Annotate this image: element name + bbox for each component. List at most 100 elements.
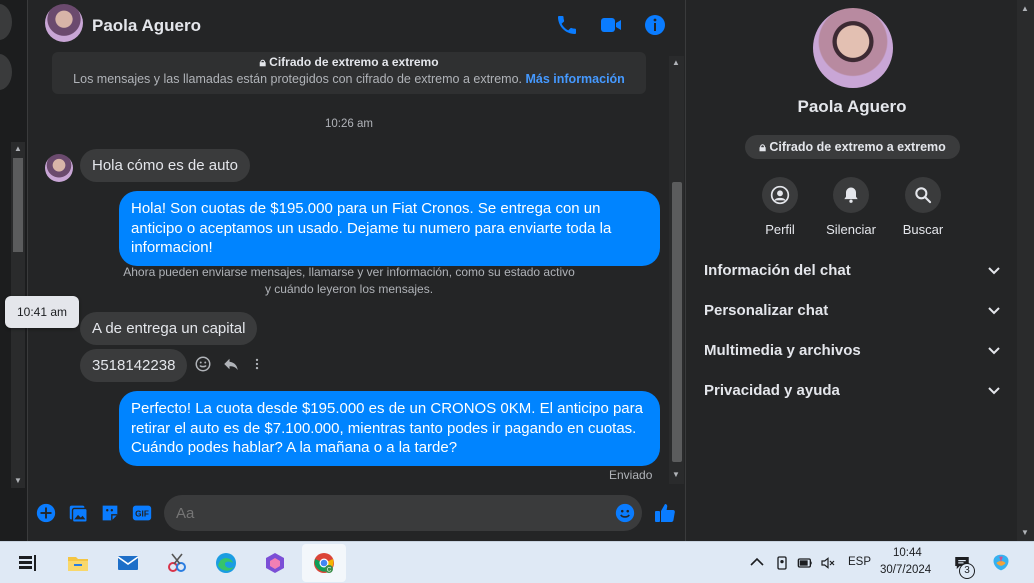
encryption-text: Los mensajes y las llamadas están proteg… [73, 72, 523, 86]
scroll-up-icon[interactable]: ▲ [14, 144, 22, 153]
snipping-tool-icon[interactable] [165, 551, 189, 575]
chat-header: Paola Aguero [29, 0, 686, 52]
task-view-icon[interactable] [16, 551, 40, 575]
system-note: Ahora pueden enviarse mensajes, llamarse… [123, 265, 575, 296]
search-label: Buscar [902, 222, 944, 237]
contact-name[interactable]: Paola Aguero [92, 16, 201, 36]
profile-icon [770, 185, 790, 205]
svg-text:GIF: GIF [135, 510, 149, 519]
clock-date[interactable]: 30/7/2024 [880, 564, 931, 576]
chevron-down-icon [988, 267, 1000, 275]
edge-browser-icon[interactable] [214, 551, 238, 575]
notification-count-badge: 3 [959, 563, 975, 579]
search-icon [915, 187, 932, 204]
composer: GIF [29, 488, 686, 541]
section-label: Información del chat [704, 262, 851, 279]
timestamp-tooltip: 10:41 am [5, 296, 79, 328]
chevron-down-icon [988, 387, 1000, 395]
lock-icon: 🔒︎ [759, 140, 766, 154]
chevron-down-icon [988, 347, 1000, 355]
encryption-text-row: Los mensajes y las llamadas están proteg… [52, 72, 646, 86]
lock-icon: 🔒︎ [259, 55, 266, 69]
svg-text:C: C [327, 568, 332, 574]
chrome-icon[interactable]: C [312, 551, 336, 575]
mute-button[interactable] [833, 177, 869, 213]
list-scrollbar-thumb[interactable] [13, 158, 23, 252]
chat-scrollbar[interactable]: ▲ ▼ [669, 56, 684, 484]
chat-info-panel: Paola Aguero 🔒︎ Cifrado de extremo a ext… [687, 0, 1017, 541]
mail-icon[interactable] [116, 551, 140, 575]
encryption-title-row: 🔒︎ Cifrado de extremo a extremo [52, 55, 646, 70]
language-indicator[interactable]: ESP [848, 556, 871, 568]
camera-status-icon[interactable] [774, 554, 790, 572]
info-avatar[interactable] [813, 8, 893, 88]
encryption-title: Cifrado de extremo a extremo [269, 55, 439, 69]
bell-icon [844, 187, 858, 203]
chat-panel: Paola Aguero 🔒︎ Cifrado de extremo a ext… [5, 0, 686, 541]
delivery-status: Enviado [609, 468, 653, 482]
section-label: Multimedia y archivos [704, 342, 861, 359]
sender-avatar[interactable] [45, 154, 73, 182]
profile-button[interactable] [762, 177, 798, 213]
incoming-message[interactable]: Hola cómo es de auto [80, 149, 250, 182]
scroll-down-icon[interactable]: ▼ [14, 476, 22, 485]
gif-icon[interactable]: GIF [131, 502, 153, 524]
battery-icon[interactable] [796, 555, 814, 571]
microsoft365-icon[interactable] [263, 551, 287, 575]
chevron-down-icon [988, 307, 1000, 315]
file-explorer-icon[interactable] [66, 551, 90, 575]
phone-call-icon[interactable] [555, 13, 579, 37]
scroll-down-icon[interactable]: ▼ [1021, 528, 1029, 537]
section-chat-info[interactable]: Información del chat [704, 256, 1002, 286]
outgoing-message[interactable]: Hola! Son cuotas de $195.000 para un Fia… [119, 191, 660, 266]
conversation-list-edge: ▲ ▼ [0, 0, 28, 541]
message-actions [194, 354, 264, 374]
video-call-icon[interactable] [599, 13, 623, 37]
section-customize-chat[interactable]: Personalizar chat [704, 296, 1002, 326]
list-avatar-partial[interactable] [0, 54, 12, 90]
incoming-message[interactable]: 3518142238 [80, 349, 188, 382]
message-input[interactable] [164, 495, 642, 531]
plus-circle-icon[interactable] [35, 502, 57, 524]
contact-avatar[interactable] [45, 4, 83, 42]
incoming-message[interactable]: A de entrega un capital [80, 312, 258, 345]
section-media-files[interactable]: Multimedia y archivos [704, 336, 1002, 366]
scroll-up-icon[interactable]: ▲ [672, 58, 680, 67]
message-list: 🔒︎ Cifrado de extremo a extremo Los mens… [29, 52, 669, 488]
mute-label: Silenciar [826, 222, 876, 237]
mute-action[interactable]: Silenciar [816, 177, 886, 237]
copilot-icon[interactable] [990, 552, 1012, 574]
emoji-icon[interactable] [614, 502, 636, 524]
info-icon[interactable] [643, 13, 667, 37]
list-avatar-partial[interactable] [0, 4, 12, 40]
info-scrollbar[interactable]: ▲ ▼ [1017, 0, 1034, 541]
photo-gallery-icon[interactable] [67, 502, 89, 524]
sticker-icon[interactable] [99, 502, 121, 524]
react-emoji-icon[interactable] [194, 355, 212, 373]
scroll-down-icon[interactable]: ▼ [672, 470, 680, 479]
section-label: Personalizar chat [704, 302, 829, 319]
encryption-notice: 🔒︎ Cifrado de extremo a extremo Los mens… [52, 52, 646, 94]
info-contact-name: Paola Aguero [797, 97, 907, 116]
chat-scrollbar-thumb[interactable] [672, 182, 682, 462]
section-label: Privacidad y ayuda [704, 382, 840, 399]
encryption-badge: 🔒︎ Cifrado de extremo a extremo [745, 135, 960, 159]
scroll-up-icon[interactable]: ▲ [1021, 4, 1029, 13]
thumbs-up-icon[interactable] [653, 501, 677, 525]
encryption-badge-label: Cifrado de extremo a extremo [769, 140, 946, 154]
timestamp-separator: 10:26 am [325, 118, 373, 130]
taskbar: C ESP 10:44 30/7/2024 3 [0, 541, 1034, 583]
volume-muted-icon[interactable] [819, 555, 837, 571]
profile-action[interactable]: Perfil [745, 177, 815, 237]
profile-label: Perfil [765, 222, 795, 237]
search-action[interactable]: Buscar [888, 177, 958, 237]
chevron-up-icon[interactable] [750, 556, 764, 568]
section-privacy-help[interactable]: Privacidad y ayuda [704, 376, 1002, 406]
messenger-window: ▲ ▼ Paola Aguero 🔒︎ Cifrado de extremo a… [0, 0, 1034, 541]
outgoing-message[interactable]: Perfecto! La cuota desde $195.000 es de … [119, 391, 660, 466]
reply-icon[interactable] [222, 355, 240, 373]
more-info-link[interactable]: Más información [526, 72, 625, 86]
clock-time[interactable]: 10:44 [893, 547, 922, 559]
more-options-icon[interactable] [250, 355, 264, 373]
search-button[interactable] [905, 177, 941, 213]
